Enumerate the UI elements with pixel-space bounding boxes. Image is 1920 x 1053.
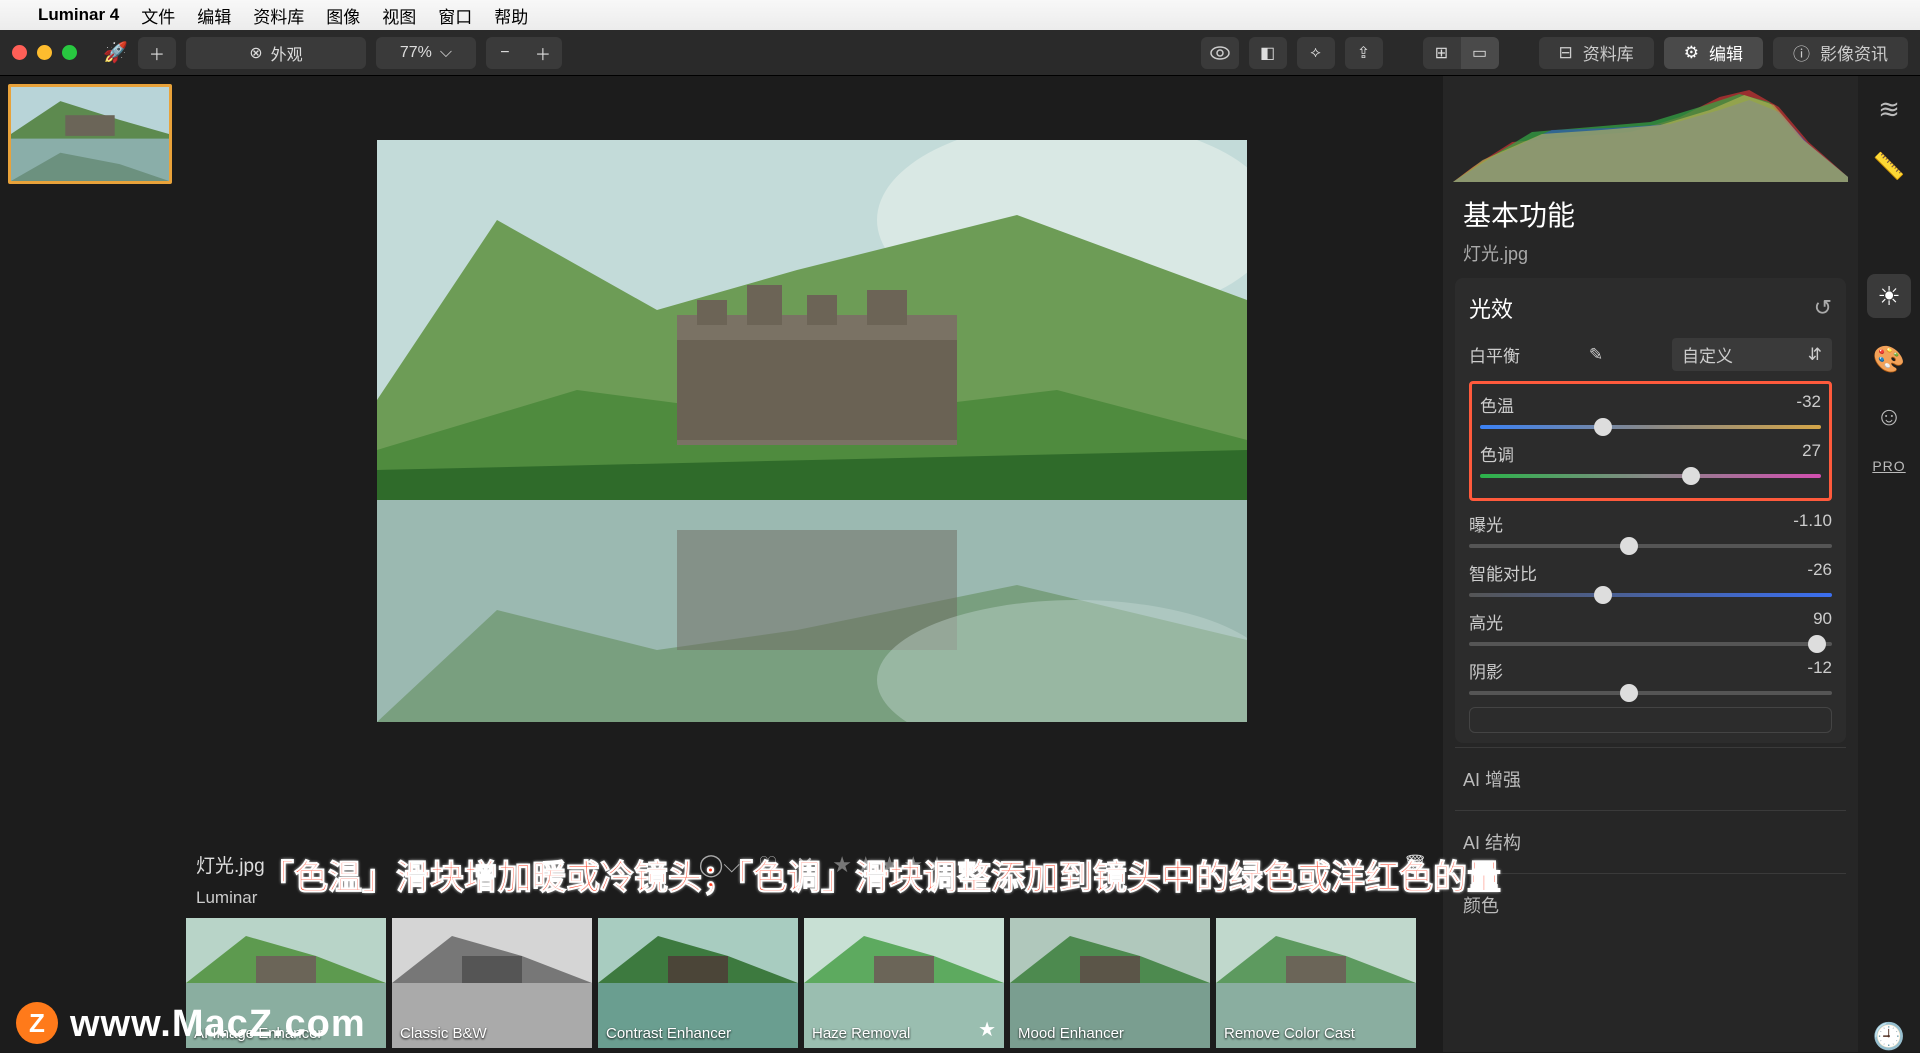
look-item[interactable]: Mood Enhancer [1010,918,1210,1048]
menu-window[interactable]: 窗口 [438,3,472,28]
history-icon[interactable]: 🕘 [1873,1021,1905,1052]
exposure-slider[interactable]: 曝光-1.10 [1469,511,1832,548]
ruler-icon[interactable]: 📏 [1873,151,1905,182]
menu-view[interactable]: 视图 [382,3,416,28]
tag-icon[interactable]: ◯⌵ [699,852,740,878]
minimize-window[interactable] [37,45,52,60]
menu-file[interactable]: 文件 [141,3,175,28]
ai-enhance-item[interactable]: AI 增强 [1443,752,1858,806]
zoom-out-button[interactable]: − [486,37,524,69]
file-info-row: 灯光.jpg ◯⌵ ♡ ✕ ★★★★★ 🗑 [180,841,1443,888]
reject-icon[interactable]: ✕ [796,852,814,878]
looks-dropdown[interactable]: ⊗ 外观 [186,37,366,69]
reset-icon[interactable]: ↺ [1814,295,1832,321]
highlights-slider[interactable]: 高光90 [1469,609,1832,646]
tab-library[interactable]: ⊟ 资料库 [1539,37,1654,69]
crop-button[interactable]: ⟡ [1297,37,1335,69]
filmstrip-column [0,76,180,1052]
star-icon: ★ [978,1017,996,1042]
shadows-slider[interactable]: 阴影-12 [1469,658,1832,695]
canvas-area: 灯光.jpg ◯⌵ ♡ ✕ ★★★★★ 🗑 Luminar AI Image E… [180,76,1443,1052]
zoom-buttons: − ＋ [486,37,562,69]
smart-contrast-slider[interactable]: 智能对比-26 [1469,560,1832,597]
wb-dropdown[interactable]: 自定义 ⇵ [1672,338,1832,371]
thumbnail-selected[interactable] [8,84,172,184]
delete-icon[interactable]: 🗑 [1403,853,1427,877]
select-caret-icon: ⇵ [1808,345,1822,365]
tab-info[interactable]: ⓘ 影像资讯 [1773,37,1908,69]
view-mode: ⊞ ▭ [1423,37,1499,69]
look-item[interactable]: AI Image Enhancer [186,918,386,1048]
color-item[interactable]: 颜色 [1443,878,1858,932]
look-item[interactable]: Remove Color Cast [1216,918,1416,1048]
tool-rail: ≋ 📏 ☀ 🎨 ☺ PRO 🕘 [1858,76,1920,1052]
menu-library[interactable]: 资料库 [253,3,304,28]
info-icon: ⓘ [1793,40,1810,65]
menu-help[interactable]: 帮助 [494,3,528,28]
looks-icon: ⊗ [249,43,262,63]
highlighted-sliders: 色温-32 色调27 [1469,381,1832,501]
edit-panel: 基本功能 灯光.jpg 光效 ↺ 白平衡 ✎ 自定义 ⇵ 色温-32 [1443,76,1858,1052]
white-balance-row: 白平衡 ✎ 自定义 ⇵ [1469,338,1832,371]
window-controls [12,45,77,60]
sliders-icon: ⚙ [1684,43,1699,63]
watermark-badge: Z [16,1002,58,1044]
looks-strip[interactable]: AI Image Enhancer Classic B&W Contrast E… [180,914,1443,1052]
eyedropper-icon[interactable]: ✎ [1589,345,1603,365]
look-item[interactable]: Contrast Enhancer [598,918,798,1048]
preview-toggle[interactable] [1201,37,1239,69]
layers-icon[interactable]: ≋ [1878,94,1900,125]
library-icon: ⊟ [1559,43,1573,63]
section-title: 光效 [1469,292,1513,324]
chevron-down-icon: ⌵ [440,44,452,62]
rocket-icon[interactable]: 🚀 [103,40,128,65]
panel-title: 基本功能 [1443,188,1858,240]
zoom-in-button[interactable]: ＋ [524,37,562,69]
tint-slider[interactable]: 色调27 [1480,441,1821,478]
current-filename: 灯光.jpg [196,851,265,878]
zoom-value: 77% [400,44,432,62]
look-item[interactable]: Haze Removal★ [804,918,1004,1048]
pro-icon[interactable]: PRO [1872,458,1905,474]
app-toolbar: 🚀 ＋ ⊗ 外观 77% ⌵ − ＋ ◧ ⟡ ⇪ ⊞ ▭ ⊟ 资料库 ⚙ 编辑 … [0,30,1920,76]
ai-structure-item[interactable]: AI 结构 [1443,815,1858,869]
add-button[interactable]: ＋ [138,37,176,69]
favorite-icon[interactable]: ♡ [758,852,778,878]
temperature-slider[interactable]: 色温-32 [1480,392,1821,429]
panel-filename: 灯光.jpg [1443,240,1858,278]
image-preview[interactable] [180,76,1443,841]
macos-menubar: Luminar 4 文件 编辑 资料库 图像 视图 窗口 帮助 [0,0,1920,30]
menu-image[interactable]: 图像 [326,3,360,28]
tab-edit[interactable]: ⚙ 编辑 [1664,37,1763,69]
histogram[interactable] [1453,82,1848,182]
advanced-toggle[interactable] [1469,707,1832,733]
close-window[interactable] [12,45,27,60]
creative-icon[interactable]: 🎨 [1873,344,1905,375]
zoom-dropdown[interactable]: 77% ⌵ [376,37,476,69]
look-item[interactable]: Classic B&W [392,918,592,1048]
looks-label: 外观 [271,41,303,65]
rating-stars[interactable]: ★★★★★ [832,852,951,878]
portrait-icon[interactable]: ☺ [1876,401,1903,432]
compare-button[interactable]: ◧ [1249,37,1287,69]
app-name[interactable]: Luminar 4 [38,5,119,25]
light-section: 光效 ↺ 白平衡 ✎ 自定义 ⇵ 色温-32 色调27 [1455,278,1846,743]
wb-label: 白平衡 [1469,342,1520,367]
export-button[interactable]: ⇪ [1345,37,1383,69]
looks-row-label: Luminar [180,888,1443,914]
fullscreen-window[interactable] [62,45,77,60]
essentials-icon[interactable]: ☀ [1867,274,1911,318]
grid-view-button[interactable]: ⊞ [1423,37,1461,69]
single-view-button[interactable]: ▭ [1461,37,1499,69]
menu-edit[interactable]: 编辑 [197,3,231,28]
